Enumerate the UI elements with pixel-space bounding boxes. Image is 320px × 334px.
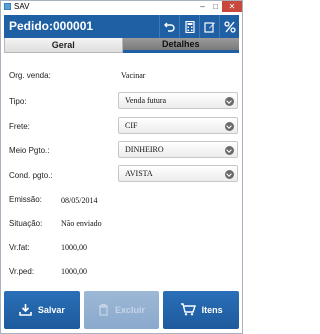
situacao-label: Situação: [9, 219, 43, 228]
undo-icon[interactable] [159, 15, 179, 38]
app-icon [4, 3, 11, 10]
window-titlebar: SAV – □ ✕ [1, 1, 242, 12]
minimize-icon[interactable]: – [196, 1, 209, 12]
meio-pgto-label: Meio Pgto.: [9, 146, 50, 155]
frete-selected-value: CIF [125, 121, 138, 130]
tipo-selected-value: Venda futura [125, 96, 167, 105]
percent-icon[interactable] [219, 15, 239, 38]
download-icon [19, 303, 32, 318]
meio-pgto-select[interactable]: DINHEIRO [118, 141, 238, 158]
chevron-down-icon [225, 170, 234, 179]
org-venda-value: Vacinar [121, 71, 146, 80]
vr-fat-value: 1000,00 [61, 243, 87, 252]
cart-icon [180, 302, 196, 318]
emissao-label: Emissão: [9, 195, 42, 204]
tab-bar: Geral Detalhes [4, 38, 239, 53]
frete-label: Frete: [9, 122, 30, 131]
cond-pgto-label: Cond. pgto.: [9, 171, 53, 180]
items-button-label: Itens [201, 305, 223, 315]
app-window: SAV – □ ✕ Pedido:000001 Geral Detalhes O… [0, 0, 243, 334]
chevron-down-icon [225, 122, 234, 131]
header-actions [159, 15, 239, 38]
chevron-down-icon [225, 146, 234, 155]
calculator-icon[interactable] [179, 15, 199, 38]
window-title: SAV [14, 2, 30, 11]
situacao-value: Não enviado [61, 219, 102, 228]
org-venda-label: Org. venda: [9, 71, 51, 80]
tab-detalhes[interactable]: Detalhes [122, 38, 239, 53]
delete-button-label: Excluir [115, 305, 146, 315]
trash-icon [98, 303, 109, 318]
maximize-icon[interactable]: □ [209, 1, 222, 12]
emissao-value: 08/05/2014 [61, 196, 98, 205]
delete-button[interactable]: Excluir [83, 291, 160, 329]
bottom-action-bar: Salvar Excluir Itens [4, 291, 240, 329]
vr-ped-value: 1000,00 [61, 267, 87, 276]
app-header: Pedido:000001 [4, 15, 239, 38]
cond-pgto-selected-value: AVISTA [125, 169, 153, 178]
window-controls: – □ ✕ [196, 1, 242, 12]
vr-fat-label: Vr.fat: [9, 243, 30, 252]
close-icon[interactable]: ✕ [222, 1, 242, 12]
items-button[interactable]: Itens [163, 291, 240, 329]
save-button[interactable]: Salvar [4, 291, 80, 329]
vr-ped-label: Vr.ped: [9, 267, 35, 276]
save-button-label: Salvar [37, 305, 65, 315]
page-title: Pedido:000001 [9, 19, 94, 33]
chevron-down-icon [225, 97, 234, 106]
frete-select[interactable]: CIF [118, 117, 238, 134]
edit-icon[interactable] [199, 15, 219, 38]
tab-geral[interactable]: Geral [4, 38, 123, 53]
tipo-label: Tipo: [9, 97, 27, 106]
meio-pgto-selected-value: DINHEIRO [125, 145, 164, 154]
tipo-select[interactable]: Venda futura [118, 92, 238, 109]
cond-pgto-select[interactable]: AVISTA [118, 165, 238, 182]
